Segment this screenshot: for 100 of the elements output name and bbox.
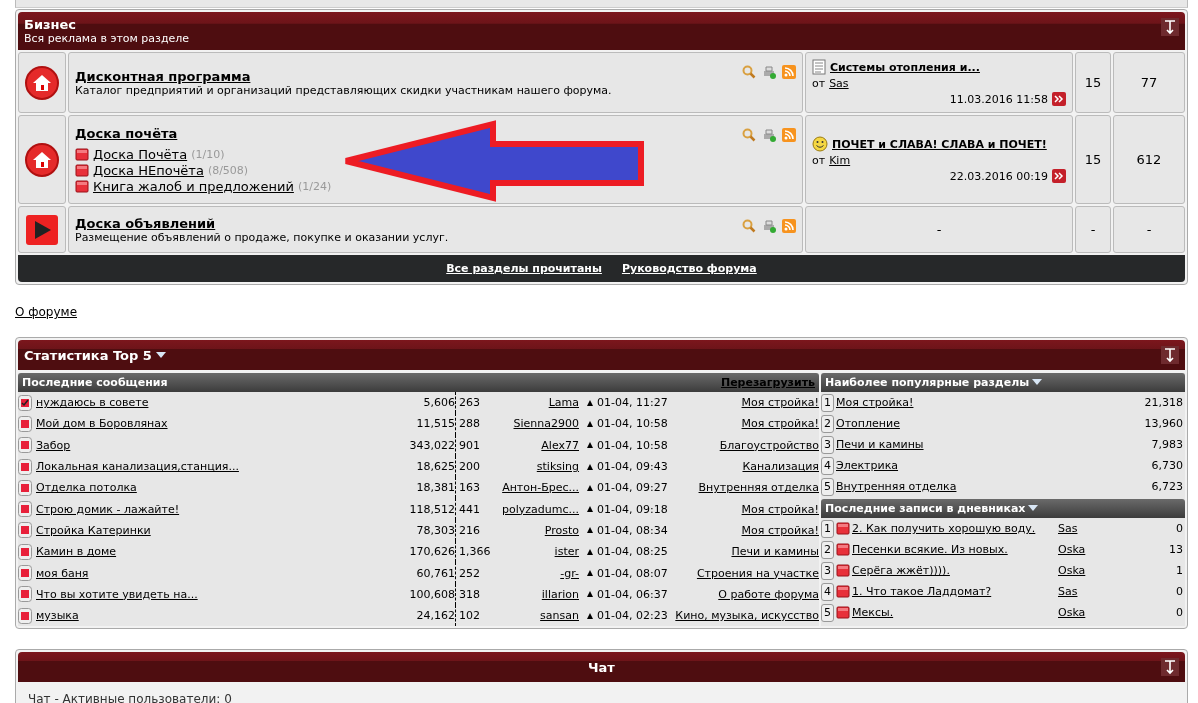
- rank-number: 3: [821, 435, 834, 454]
- author-link[interactable]: Alex77: [541, 438, 579, 452]
- author-link[interactable]: Антон-Брес...: [502, 481, 579, 495]
- replies-count: 1,366: [455, 541, 509, 563]
- rank-number: 5: [821, 603, 834, 622]
- post-count: 21,318: [1144, 396, 1184, 409]
- author-link[interactable]: Kim: [829, 154, 851, 167]
- diary-entry-link[interactable]: Песенки всякие. Из новых.: [852, 543, 1056, 556]
- subforum-link[interactable]: Книга жалоб и предложений: [93, 178, 294, 194]
- collapse-toggle-icon[interactable]: [1161, 658, 1179, 677]
- rank-number: 2: [821, 414, 834, 433]
- about-forum-link[interactable]: О форуме: [15, 305, 77, 319]
- author-link[interactable]: Sienna2900: [513, 417, 579, 431]
- last-post-title-link[interactable]: ПОЧЕТ и СЛАВА! СЛАВА и ПОЧЕТ!: [832, 137, 1047, 151]
- views-count: 170,626: [408, 545, 455, 559]
- author-link[interactable]: Oska: [1058, 564, 1086, 577]
- topic-link[interactable]: моя баня: [36, 566, 89, 580]
- forum-link[interactable]: Моя стройка!: [741, 502, 819, 516]
- forum-title-link[interactable]: Доска объявлений: [75, 215, 216, 231]
- replies-count: 901: [455, 434, 509, 456]
- dropdown-caret-icon[interactable]: [155, 351, 166, 359]
- topic-link[interactable]: нуждаюсь в совете: [36, 396, 149, 410]
- forum-link[interactable]: Моя стройка!: [741, 396, 819, 410]
- forum-link[interactable]: Кино, музыка, искусство: [675, 609, 819, 623]
- rss-icon[interactable]: [782, 128, 796, 142]
- topic-link[interactable]: Отделка потолка: [36, 481, 137, 495]
- forum-link[interactable]: Моя стройка!: [741, 523, 819, 537]
- printer-icon[interactable]: [762, 128, 776, 142]
- printer-icon[interactable]: [762, 219, 776, 233]
- forum-link[interactable]: Строения на участке: [696, 566, 819, 580]
- forum-title-link[interactable]: Доска почёта: [75, 125, 178, 141]
- topic-link[interactable]: Стройка Катеринки: [36, 523, 151, 537]
- forum-link[interactable]: Моя стройка!: [741, 417, 819, 431]
- author-link[interactable]: Oska: [1058, 606, 1086, 619]
- author-link[interactable]: illarion: [541, 587, 579, 601]
- views-count: 18,625: [415, 460, 455, 474]
- forum-link[interactable]: Канализация: [742, 460, 819, 474]
- search-icon[interactable]: [742, 128, 756, 142]
- double-chevron-icon[interactable]: [1052, 169, 1066, 183]
- forum-link[interactable]: Внутренняя отделка: [836, 480, 957, 493]
- author-link[interactable]: ister: [554, 545, 579, 559]
- search-icon[interactable]: [742, 219, 756, 233]
- topic-link[interactable]: Забор: [36, 438, 71, 452]
- rank-number: 1: [821, 393, 834, 412]
- topic-link[interactable]: Камин в доме: [36, 545, 117, 559]
- author-link[interactable]: sansan: [540, 609, 579, 623]
- author-link[interactable]: -gr-: [560, 566, 579, 580]
- author-link[interactable]: Sas: [1058, 522, 1078, 535]
- author-link[interactable]: Oska: [1058, 543, 1086, 556]
- topic-link[interactable]: музыка: [36, 609, 79, 623]
- last-post-title-link[interactable]: Системы отопления и...: [830, 60, 980, 74]
- book-icon: [75, 179, 89, 193]
- author-link[interactable]: Prosto: [544, 523, 579, 537]
- topic-link[interactable]: Мой дом в Боровлянах: [36, 417, 168, 431]
- by-label: от: [812, 154, 826, 167]
- forum-link[interactable]: Внутренняя отделка: [698, 481, 819, 495]
- topic-link[interactable]: Что вы хотите увидеть на...: [36, 587, 198, 601]
- forum-description: Размещение объявлений о продаже, покупке и оказании услуг.: [75, 230, 449, 244]
- subforum-link[interactable]: Доска НЕпочёта: [93, 162, 204, 178]
- diary-entry-link[interactable]: 2. Как получить хорошую воду.: [852, 522, 1056, 535]
- author-link[interactable]: Sas: [1058, 585, 1078, 598]
- post-time: 01-04, 11:27: [597, 396, 668, 410]
- book-icon: [75, 163, 89, 177]
- diary-entry-link[interactable]: 1. Что такое Ладдомат?: [852, 585, 1056, 598]
- dropdown-caret-icon[interactable]: [1032, 379, 1043, 386]
- forum-link[interactable]: Печи и камины: [731, 545, 819, 559]
- search-icon[interactable]: [742, 65, 756, 79]
- author-link[interactable]: Sas: [829, 77, 849, 90]
- collapse-toggle-icon[interactable]: [1161, 18, 1179, 36]
- forum-link[interactable]: О работе форума: [718, 587, 819, 601]
- rss-icon[interactable]: [782, 219, 796, 233]
- forum-link[interactable]: Печи и камины: [836, 438, 924, 451]
- rss-icon[interactable]: [782, 65, 796, 79]
- author-link[interactable]: Lama: [548, 396, 579, 410]
- forum-link[interactable]: Моя стройка!: [836, 396, 914, 409]
- topic-link[interactable]: Локальная канализация,станция...: [36, 460, 239, 474]
- forum-title-link[interactable]: Дисконтная программа: [75, 68, 251, 84]
- replies-count: 216: [455, 519, 509, 542]
- forum-link[interactable]: Благоустройство: [719, 438, 819, 452]
- diary-entry-link[interactable]: Мексы.: [852, 606, 1056, 619]
- subforum-link[interactable]: Доска Почёта: [93, 146, 188, 162]
- up-triangle-icon: [587, 399, 593, 406]
- rank-number: 1: [821, 519, 834, 538]
- post-time: 01-04, 08:25: [597, 545, 668, 559]
- forum-link[interactable]: Электрика: [836, 459, 899, 472]
- double-chevron-icon[interactable]: [1052, 92, 1066, 106]
- footer-link[interactable]: Руководство форума: [621, 262, 757, 275]
- dropdown-caret-icon[interactable]: [1028, 505, 1039, 512]
- diary-entry-link[interactable]: Серёга жжёт)))).: [852, 564, 1056, 577]
- author-link[interactable]: stiksing: [536, 460, 579, 474]
- printer-icon[interactable]: [762, 65, 776, 79]
- subforum-count: (8/508): [207, 163, 249, 177]
- collapse-toggle-icon[interactable]: [1161, 346, 1179, 364]
- author-link[interactable]: polyzadumc...: [502, 502, 579, 516]
- post-time: 01-04, 10:58: [597, 417, 668, 431]
- topics-count: 15: [1075, 52, 1111, 113]
- topic-link[interactable]: Строю домик - лажайте!: [36, 502, 180, 516]
- forum-link[interactable]: Отопление: [836, 417, 900, 430]
- rank-number: 4: [821, 456, 834, 475]
- footer-link[interactable]: Все разделы прочитаны: [446, 262, 602, 275]
